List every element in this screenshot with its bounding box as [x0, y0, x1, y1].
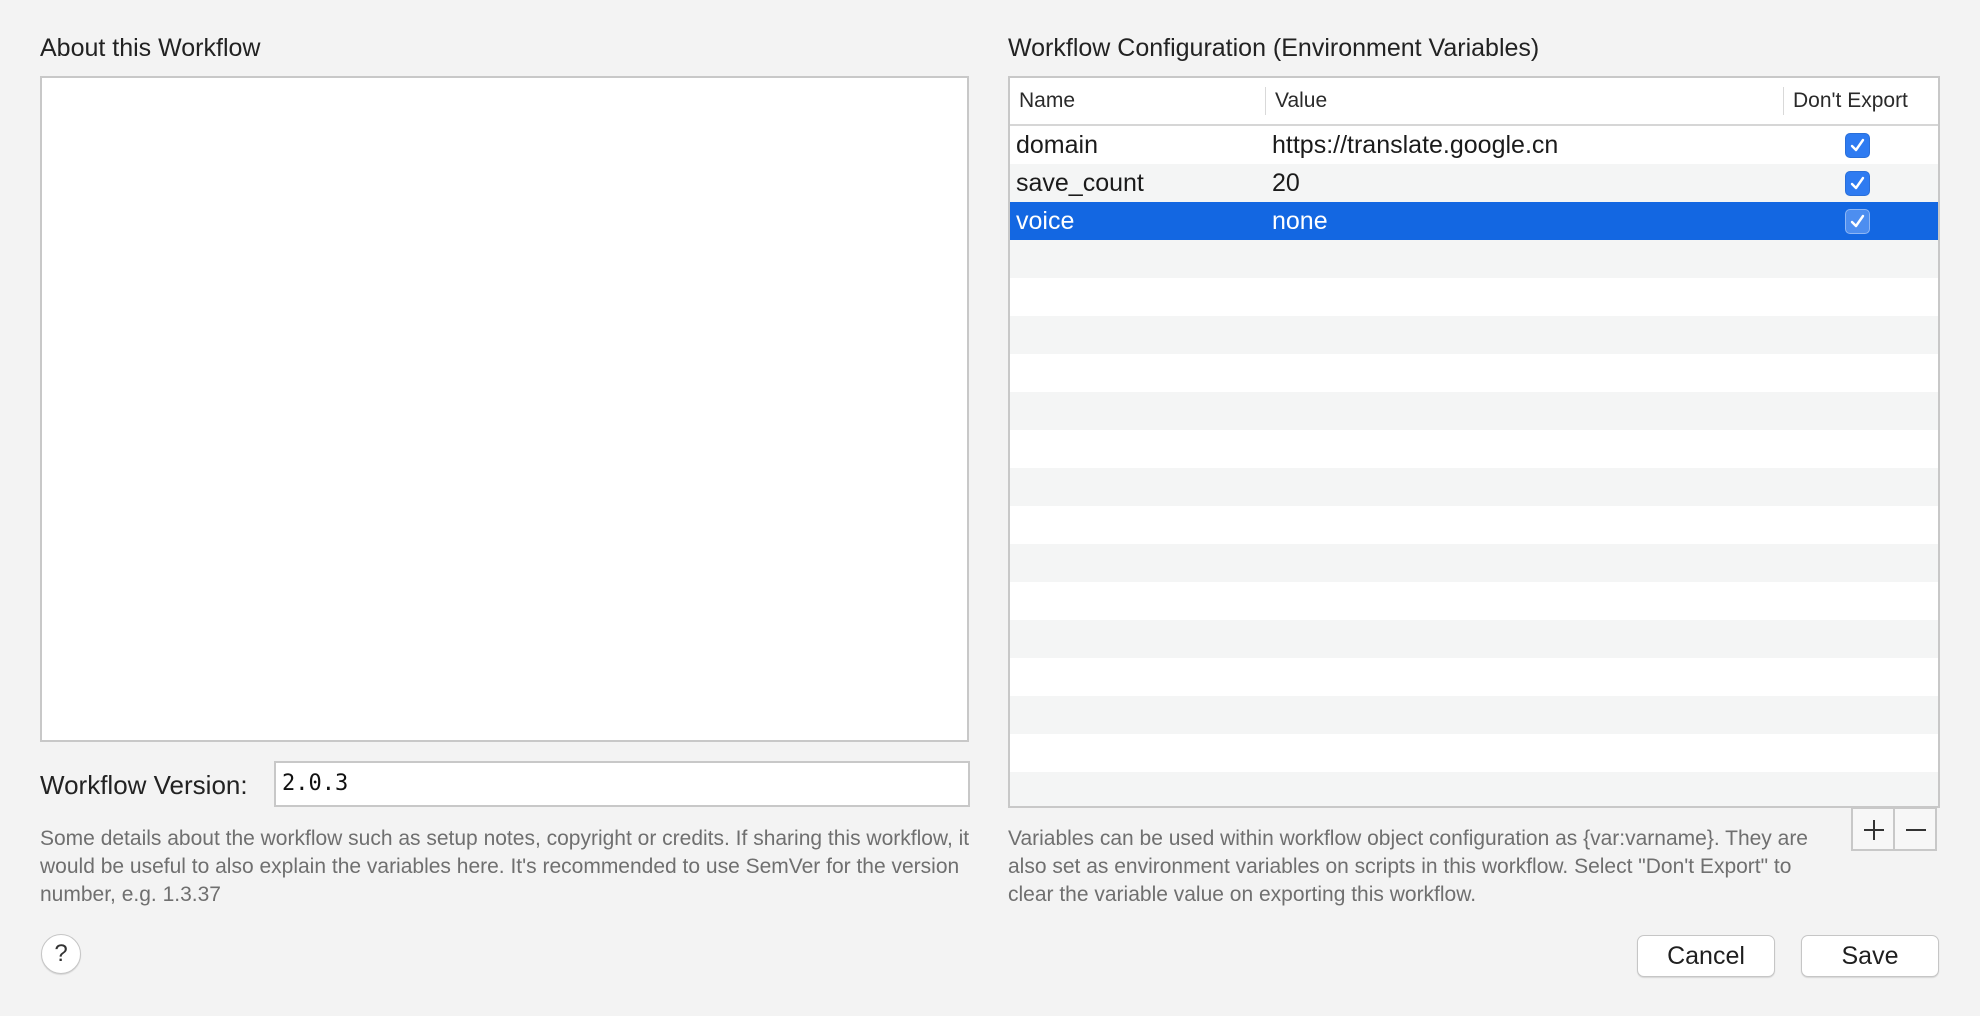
about-textarea[interactable]	[40, 76, 969, 742]
empty-table-row[interactable]	[1010, 354, 1938, 392]
column-header-name[interactable]: Name	[1019, 78, 1075, 124]
dont-export-checkbox[interactable]	[1845, 209, 1870, 234]
checkmark-icon	[1850, 176, 1865, 190]
empty-table-row[interactable]	[1010, 582, 1938, 620]
column-header-dont-export[interactable]: Don't Export	[1793, 78, 1908, 124]
about-help-text: Some details about the workflow such as …	[40, 827, 970, 906]
table-body: domain https://translate.google.cn save_co…	[1010, 126, 1938, 806]
variable-name-cell[interactable]: save_count	[1016, 164, 1144, 202]
add-variable-button[interactable]	[1851, 807, 1895, 851]
remove-variable-button[interactable]	[1893, 807, 1937, 851]
column-header-value[interactable]: Value	[1275, 78, 1327, 124]
minus-icon	[1906, 829, 1926, 831]
variable-name-cell[interactable]: domain	[1016, 126, 1098, 164]
variable-name-cell[interactable]: voice	[1016, 202, 1074, 240]
table-header: Name Value Don't Export	[1010, 78, 1938, 126]
column-divider[interactable]	[1783, 87, 1784, 115]
variable-value-cell[interactable]: 20	[1272, 164, 1300, 202]
save-button[interactable]: Save	[1801, 935, 1939, 977]
table-row[interactable]: voice none	[1010, 202, 1938, 240]
empty-table-row[interactable]	[1010, 430, 1938, 468]
empty-table-row[interactable]	[1010, 240, 1938, 278]
version-label: Workflow Version:	[40, 770, 248, 800]
config-help-text: Variables can be used within workflow ob…	[1008, 827, 1808, 906]
empty-table-row[interactable]	[1010, 734, 1938, 772]
variable-value-cell[interactable]: https://translate.google.cn	[1272, 126, 1558, 164]
dont-export-checkbox[interactable]	[1845, 133, 1870, 158]
cancel-button[interactable]: Cancel	[1637, 935, 1775, 977]
column-divider[interactable]	[1265, 87, 1266, 115]
empty-table-row[interactable]	[1010, 392, 1938, 430]
empty-table-row[interactable]	[1010, 506, 1938, 544]
empty-table-row[interactable]	[1010, 772, 1938, 806]
dont-export-checkbox[interactable]	[1845, 171, 1870, 196]
empty-table-row[interactable]	[1010, 468, 1938, 506]
about-title: About this Workflow	[40, 34, 261, 62]
empty-table-row[interactable]	[1010, 696, 1938, 734]
checkmark-icon	[1850, 214, 1865, 228]
empty-table-row[interactable]	[1010, 316, 1938, 354]
version-input[interactable]: 2.0.3	[274, 761, 970, 807]
help-button[interactable]: ?	[41, 934, 81, 974]
variable-value-cell[interactable]: none	[1272, 202, 1328, 240]
empty-table-row[interactable]	[1010, 278, 1938, 316]
plus-icon	[1864, 820, 1884, 840]
empty-table-row[interactable]	[1010, 544, 1938, 582]
env-variables-table[interactable]: Name Value Don't Export domain https://tr…	[1008, 76, 1940, 808]
empty-table-row[interactable]	[1010, 620, 1938, 658]
table-row[interactable]: domain https://translate.google.cn	[1010, 126, 1938, 164]
checkmark-icon	[1850, 138, 1865, 152]
empty-table-row[interactable]	[1010, 658, 1938, 696]
config-title: Workflow Configuration (Environment Vari…	[1008, 34, 1540, 62]
table-row[interactable]: save_count 20	[1010, 164, 1938, 202]
